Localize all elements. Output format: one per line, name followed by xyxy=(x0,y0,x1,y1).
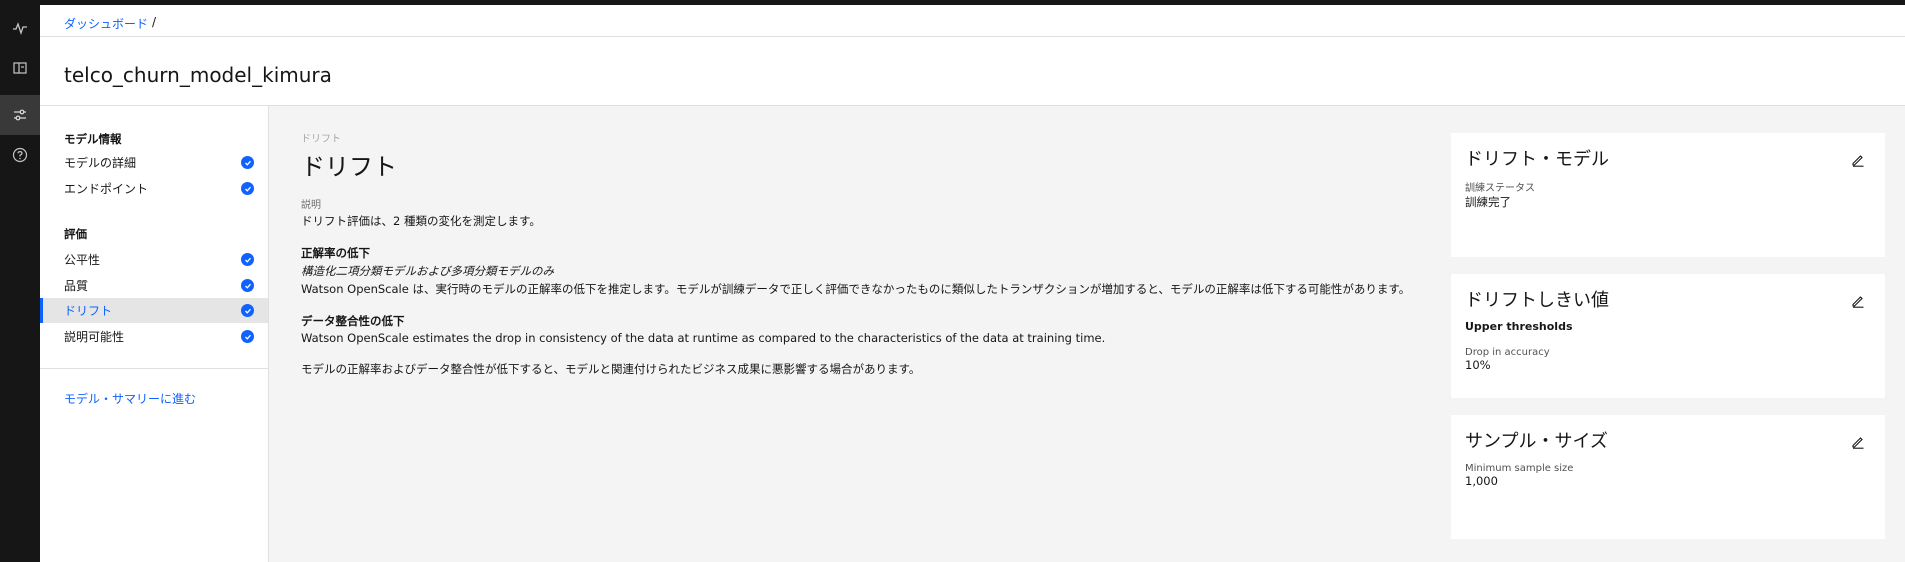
sidebar-item-explainability[interactable]: 説明可能性 xyxy=(40,324,268,349)
rail-catalog-button[interactable] xyxy=(0,48,40,88)
minimum-sample-size-label: Minimum sample size xyxy=(1465,463,1574,474)
model-summary-link[interactable]: モデル・サマリーに進む xyxy=(64,390,196,407)
breadcrumb-separator: / xyxy=(152,15,157,29)
nav-heading-evaluation: 評価 xyxy=(64,227,87,241)
activity-icon xyxy=(13,22,27,36)
card-title: ドリフト・モデル xyxy=(1465,149,1609,170)
sidebar-item-drift[interactable]: ドリフト xyxy=(40,298,268,323)
catalog-icon xyxy=(13,62,27,74)
drift-threshold-card: ドリフトしきい値 Upper thresholds Drop in accura… xyxy=(1451,274,1885,398)
sidebar-item-label: ドリフト xyxy=(64,304,113,318)
side-nav: モデル情報 モデルの詳細 エンドポイント 評価 公平性 品質 ドリフト 説明可能… xyxy=(40,106,269,562)
section-eyebrow: ドリフト xyxy=(301,134,341,145)
sidebar-item-quality[interactable]: 品質 xyxy=(40,273,268,298)
sample-size-card: サンプル・サイズ Minimum sample size 1,000 xyxy=(1451,415,1885,539)
edit-icon[interactable] xyxy=(1851,153,1865,167)
help-icon xyxy=(12,147,28,163)
checkmark-icon xyxy=(241,330,254,343)
main-content: ドリフト ドリフト 説明 ドリフト評価は、2 種類の変化を測定します。 正解率の… xyxy=(301,130,1421,377)
description-label: 説明 xyxy=(301,200,321,211)
upper-thresholds-label: Upper thresholds xyxy=(1465,320,1573,333)
page-header: ダッシュボード / telco_churn_model_kimura xyxy=(40,5,1905,106)
accuracy-drop-body: Watson OpenScale は、実行時のモデルの正解率の低下を推定します。… xyxy=(301,282,1411,296)
sidebar-item-model-details[interactable]: モデルの詳細 xyxy=(40,150,268,175)
sidebar-item-label: モデルの詳細 xyxy=(64,156,137,170)
sidebar-item-label: 説明可能性 xyxy=(64,330,125,344)
sidebar-item-label: 公平性 xyxy=(64,253,101,267)
drift-model-card: ドリフト・モデル 訓練ステータス 訓練完了 xyxy=(1451,133,1885,257)
main-title: ドリフト xyxy=(301,153,397,181)
training-status-value: 訓練完了 xyxy=(1465,195,1511,209)
sidebar-item-endpoint[interactable]: エンドポイント xyxy=(40,176,268,201)
page-title: telco_churn_model_kimura xyxy=(64,63,332,87)
sidebar-item-label: 品質 xyxy=(64,279,89,293)
card-title: サンプル・サイズ xyxy=(1465,431,1608,452)
drift-impact-note: モデルの正解率およびデータ整合性が低下すると、モデルと関連付けられたビジネス成果… xyxy=(301,362,921,376)
drop-in-accuracy-value: 10% xyxy=(1465,358,1491,372)
training-status-label: 訓練ステータス xyxy=(1465,183,1535,194)
accuracy-drop-title: 正解率の低下 xyxy=(301,246,370,260)
checkmark-icon xyxy=(241,182,254,195)
checkmark-icon xyxy=(241,253,254,266)
rail-activity-button[interactable] xyxy=(0,8,40,48)
nav-heading-model-info: モデル情報 xyxy=(64,132,122,146)
edit-icon[interactable] xyxy=(1851,435,1865,449)
card-title: ドリフトしきい値 xyxy=(1465,290,1609,311)
icon-rail xyxy=(0,5,40,562)
rail-configure-button[interactable] xyxy=(0,95,40,135)
edit-icon[interactable] xyxy=(1851,294,1865,308)
drop-in-accuracy-label: Drop in accuracy xyxy=(1465,347,1550,358)
sidebar-item-label: エンドポイント xyxy=(64,182,149,196)
minimum-sample-size-value: 1,000 xyxy=(1465,474,1498,488)
nav-divider xyxy=(40,368,268,369)
header-divider xyxy=(40,36,1905,37)
breadcrumb-dashboard-link[interactable]: ダッシュボード xyxy=(64,15,148,32)
consistency-drop-title: データ整合性の低下 xyxy=(301,314,405,328)
description-text: ドリフト評価は、2 種類の変化を測定します。 xyxy=(301,214,541,228)
checkmark-icon xyxy=(241,279,254,292)
sidebar-item-fairness[interactable]: 公平性 xyxy=(40,247,268,272)
checkmark-icon xyxy=(241,156,254,169)
consistency-drop-body: Watson OpenScale estimates the drop in c… xyxy=(301,331,1106,345)
accuracy-drop-subtitle: 構造化二項分類モデルおよび多項分類モデルのみ xyxy=(301,264,554,278)
checkmark-icon xyxy=(241,304,254,317)
settings-adjust-icon xyxy=(14,109,26,121)
breadcrumb: ダッシュボード / xyxy=(64,15,156,32)
rail-help-button[interactable] xyxy=(0,135,40,175)
